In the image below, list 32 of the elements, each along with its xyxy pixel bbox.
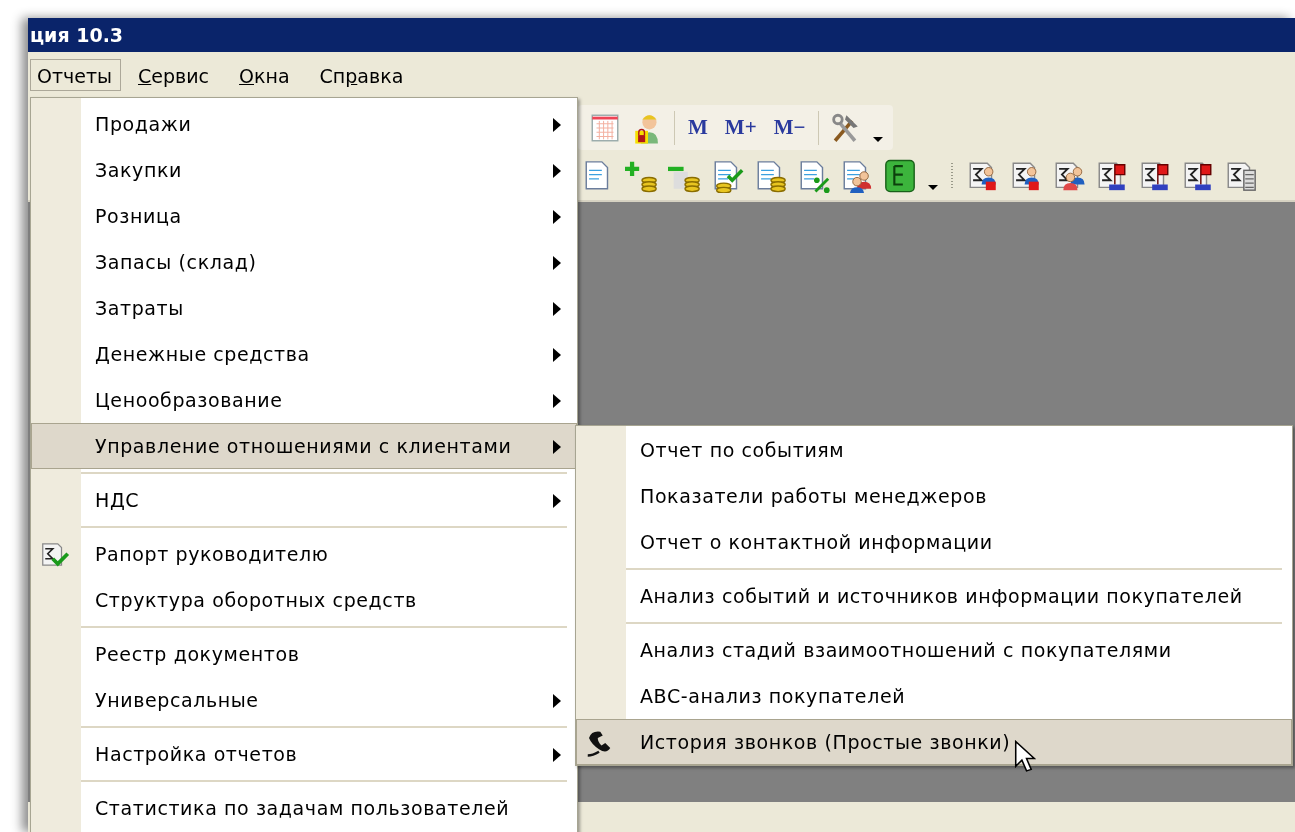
document-plus-icon[interactable] <box>625 159 659 193</box>
menu-item[interactable]: Отчет по событиям <box>576 427 1292 473</box>
menu-item[interactable]: Отчеты <box>30 59 121 91</box>
menu-item[interactable]: Управление отношениями с клиентами <box>31 423 577 469</box>
menu-item[interactable]: Структура оборотных средств <box>31 577 577 623</box>
menu-item[interactable]: Справка <box>312 59 413 91</box>
menu-item[interactable]: Реестр документов <box>31 631 577 677</box>
menu-item[interactable]: Сервис <box>131 59 219 91</box>
menu-item[interactable]: Анализ стадий взаимоотношений с покупателями <box>576 627 1292 673</box>
menu-item[interactable]: Настройка отчетов <box>31 731 577 777</box>
memory-button[interactable]: M− <box>769 111 810 144</box>
menu-item[interactable]: Показатели работы менеджеров <box>576 473 1292 519</box>
menu-item[interactable]: Универсальные <box>31 677 577 723</box>
menu-item[interactable]: Ценообразование <box>31 377 577 423</box>
menu-item[interactable]: Продажи <box>31 101 577 147</box>
menu-item[interactable]: История звонков (Простые звонки) <box>576 719 1292 765</box>
menu-item[interactable]: Отчет о контактной информации <box>576 519 1292 565</box>
menu-item[interactable]: Денежные средства <box>31 331 577 377</box>
tree-icon[interactable] <box>883 159 917 193</box>
menu-item[interactable]: Рапорт руководителю <box>31 531 577 577</box>
menu-item[interactable]: Окна <box>232 59 299 91</box>
memory-button[interactable]: M <box>684 111 712 144</box>
menu-item[interactable]: Розница <box>31 193 577 239</box>
memory-button[interactable]: M+ <box>720 111 761 144</box>
menu-item[interactable]: ABC-анализ покупателей <box>576 673 1292 719</box>
menu-item[interactable]: Статистика по задачам пользователей <box>31 785 577 831</box>
window-title: ция 10.3 <box>28 18 1295 52</box>
menu-item[interactable]: Запасы (склад) <box>31 239 577 285</box>
menu-item[interactable]: Затраты <box>31 285 577 331</box>
menu-item[interactable]: НДС <box>31 477 577 523</box>
menu-item[interactable]: Закупки <box>31 147 577 193</box>
menu-item[interactable]: Анализ событий и источников информации покупателей <box>576 573 1292 619</box>
